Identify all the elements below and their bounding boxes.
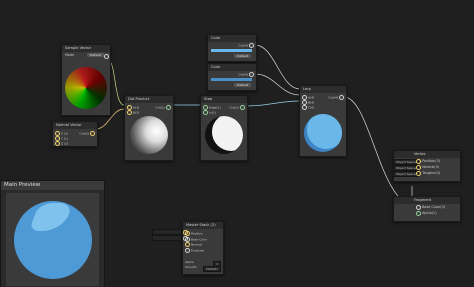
vertex-row-tangent[interactable]: Object Space Tangent(3) xyxy=(393,170,460,177)
node-title: Color xyxy=(208,35,256,42)
smooth-label: Smooth xyxy=(185,265,197,269)
input-in: In(1) xyxy=(208,110,217,115)
context-title: Fragment xyxy=(394,197,460,204)
normal-inputs: X (1) Y (1) Z (1) xyxy=(55,131,68,146)
color-node-2[interactable]: Color Out(4) Default xyxy=(207,63,257,91)
main-preview-panel[interactable]: Main Preview xyxy=(0,180,105,287)
fragment-alpha-label: Alpha(1) xyxy=(422,211,437,215)
master-inputs: Position Base Color Normal Emission xyxy=(185,231,207,253)
shader-graph-canvas[interactable]: Sample Vector Mode Default Normal Vector… xyxy=(0,0,474,287)
fragment-context[interactable]: Fragment Base Color(3) Alpha(1) xyxy=(393,196,461,222)
input-normal: Normal xyxy=(190,242,202,247)
output-label: Out(4) xyxy=(238,72,249,77)
dot-output[interactable]: Out(1) xyxy=(155,105,171,110)
input-emission: Emission xyxy=(190,248,205,252)
step-sphere-lit xyxy=(212,116,243,151)
color1-swatch[interactable] xyxy=(211,49,252,52)
vertex-tangent-label: Tangent(3) xyxy=(422,171,441,175)
node-title: Lerp xyxy=(300,86,346,93)
output-label: Out(3) xyxy=(79,131,90,136)
wire-color1-to-lerp xyxy=(254,44,301,90)
wire-step-to-lerp xyxy=(244,100,301,107)
vertex-normal-label: Normal(3) xyxy=(422,165,440,169)
main-preview-title: Main Preview xyxy=(1,181,104,190)
input-z: Z (1) xyxy=(60,141,69,146)
vertex-tangent-space[interactable]: Object Space xyxy=(393,170,419,177)
input-t: T(4) xyxy=(307,105,315,110)
step-preview-sphere xyxy=(205,116,243,154)
color1-output[interactable]: Out(4) xyxy=(238,43,254,48)
lerp-preview-sphere xyxy=(304,114,342,152)
main-sphere-highlight xyxy=(28,203,74,231)
node-title: Color xyxy=(208,64,256,71)
vertex-position-label: Position(3) xyxy=(422,159,441,163)
fragment-basecolor-label: Base Color(3) xyxy=(422,205,446,209)
dot-inputs: A(3) B(3) xyxy=(127,105,139,115)
master-stack-node[interactable]: Master Stack (2) Position Base Color Nor… xyxy=(182,221,224,275)
mode-dropdown[interactable]: Default xyxy=(87,53,104,57)
input-b: B(4) xyxy=(307,100,315,105)
input-edge: Edge(1) xyxy=(208,105,221,110)
dot-product-node[interactable]: Dot Product A(3) B(3) Out(1) xyxy=(124,95,174,161)
node-title: Master Stack (2) xyxy=(183,222,223,229)
output-label: Out(1) xyxy=(155,105,166,110)
input-basecolor: Base Color xyxy=(190,237,208,241)
output-label: Out(4) xyxy=(328,95,339,100)
node-title: Normal Vector xyxy=(53,122,97,129)
output-port[interactable] xyxy=(104,53,109,59)
lerp-sphere-lit xyxy=(307,114,342,149)
normal-vector-node[interactable]: Normal Vector X (1) Y (1) Z (1) Out(3) xyxy=(52,121,98,147)
master-inline-inputs[interactable] xyxy=(152,229,188,241)
mode-row: Mode Default xyxy=(62,52,110,59)
lerp-output[interactable]: Out(4) xyxy=(328,95,344,100)
step-output[interactable]: Out(1) xyxy=(229,105,245,110)
lerp-node[interactable]: Lerp A(4) B(4) T(4) Out(4) xyxy=(299,85,347,157)
normal-output[interactable]: Out(3) xyxy=(79,131,95,136)
sample-vector-node[interactable]: Sample Vector Mode Default xyxy=(61,44,111,116)
color-node-1[interactable]: Color Out(4) Default xyxy=(207,34,257,62)
main-preview-viewport[interactable] xyxy=(6,193,99,286)
inline-basecolor-field[interactable] xyxy=(152,235,182,241)
dot-preview-sphere xyxy=(130,116,168,154)
node-title: Sample Vector xyxy=(62,45,110,52)
input-position: Position xyxy=(190,231,203,236)
color-wheel-preview xyxy=(65,67,107,109)
wire-color2-to-lerp xyxy=(254,73,301,96)
input-x: X (1) xyxy=(60,131,69,136)
node-title: Step xyxy=(201,96,247,103)
step-inputs: Edge(1) In(1) xyxy=(203,105,221,115)
input-a: A(4) xyxy=(307,95,315,100)
master-fields: Alpha 1 Smooth Metallic xyxy=(185,260,221,272)
context-title: Vertex xyxy=(394,151,460,158)
color2-swatch[interactable] xyxy=(211,78,252,81)
color2-output[interactable]: Out(4) xyxy=(238,72,254,77)
output-label: Out(1) xyxy=(229,105,240,110)
output-label: Out(4) xyxy=(238,43,249,48)
step-node[interactable]: Step Edge(1) In(1) Out(1) xyxy=(200,95,248,161)
mode-label: Mode xyxy=(65,53,75,57)
alpha-label: Alpha xyxy=(185,260,194,264)
input-a: A(3) xyxy=(132,105,140,110)
color2-mode-dropdown[interactable]: Default xyxy=(234,83,251,87)
fragment-row-alpha[interactable]: Alpha(1) xyxy=(394,210,460,216)
color1-mode-dropdown[interactable]: Default xyxy=(234,54,251,58)
main-preview-sphere xyxy=(14,201,92,279)
node-title: Dot Product xyxy=(125,96,173,103)
smooth-field[interactable]: Metallic xyxy=(203,265,221,272)
input-b: B(3) xyxy=(132,110,140,115)
lerp-inputs: A(4) B(4) T(4) xyxy=(302,95,314,110)
vertex-context[interactable]: Vertex Object Space Position(3) Object S… xyxy=(393,150,461,182)
input-y: Y (1) xyxy=(60,136,69,141)
